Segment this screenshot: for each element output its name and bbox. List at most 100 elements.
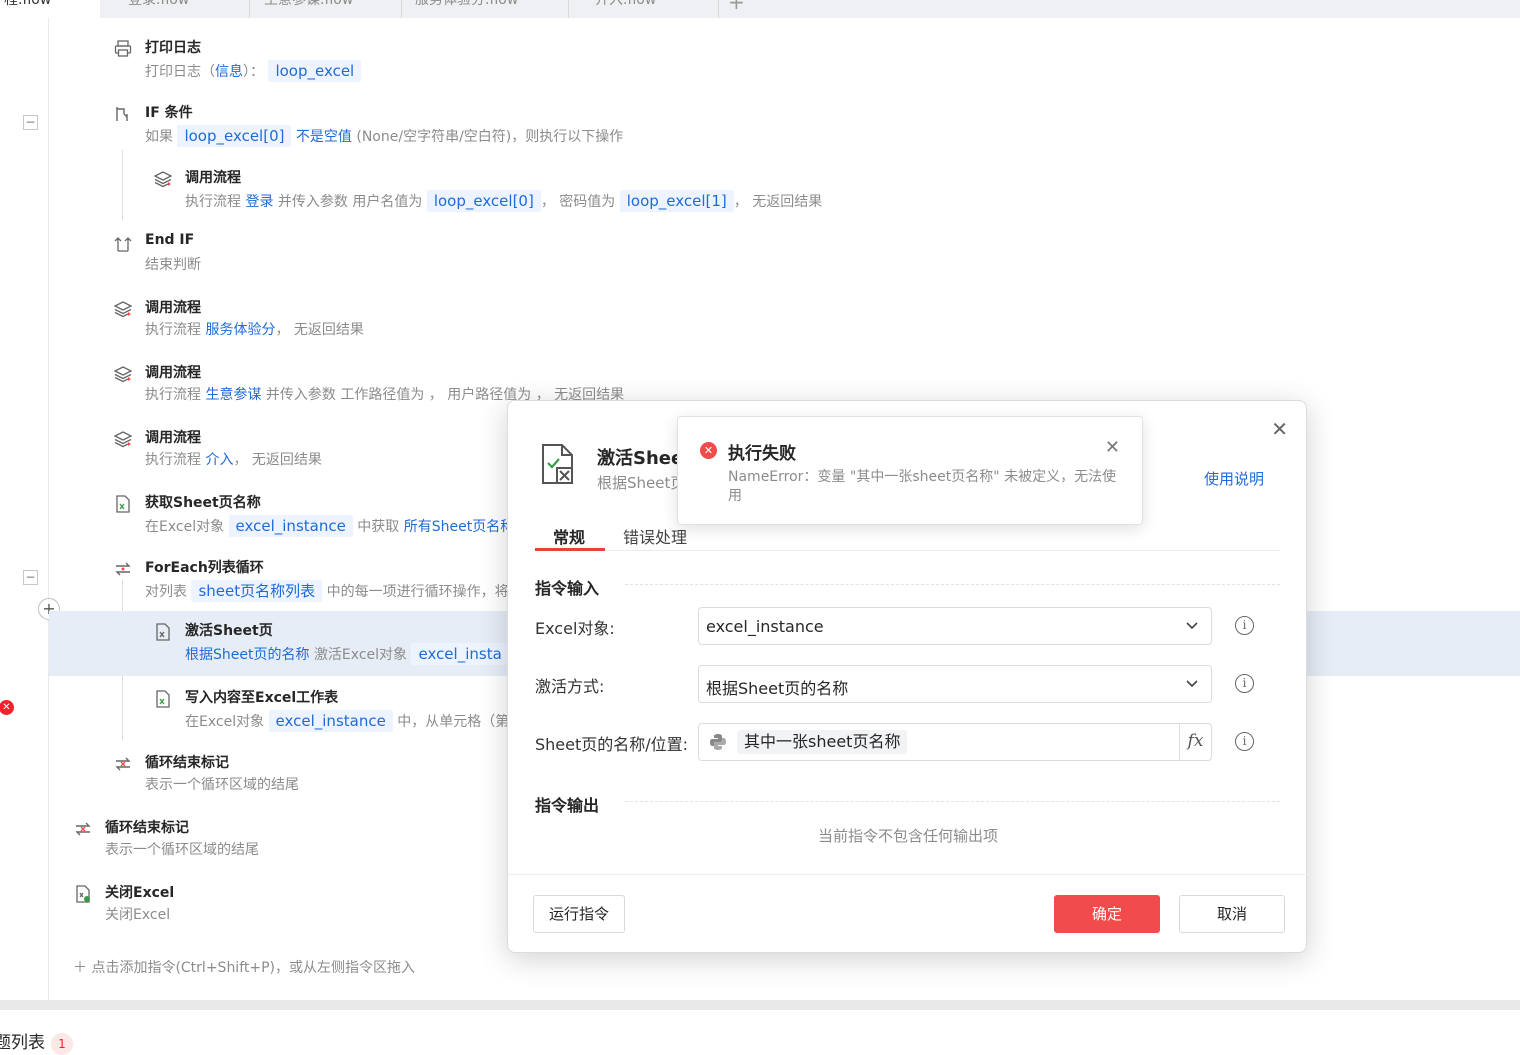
step-title: 打印日志 xyxy=(145,40,201,56)
tab-shengyi-flow[interactable]: 生意参谋.flow xyxy=(254,0,402,18)
cancel-button[interactable]: 取消 xyxy=(1179,895,1285,933)
active-tab-indicator xyxy=(535,548,605,551)
step-print-log[interactable]: 打印日志 打印日志（信息）： loop_excel xyxy=(0,30,1460,95)
tab-general[interactable]: 常规 xyxy=(553,524,585,548)
step-call-flow-login[interactable]: 调用流程 执行流程 登录 并传入参数 用户名值为 loop_excel[0]， … xyxy=(0,160,1460,225)
excel-file-icon xyxy=(116,495,130,513)
step-desc: 打印日志（信息）： loop_excel xyxy=(145,60,362,82)
info-icon[interactable]: i xyxy=(1235,616,1254,635)
step-desc: 在Excel对象 excel_instance 中获取 所有Sheet页名称 xyxy=(145,515,515,537)
step-title: 调用流程 xyxy=(145,300,201,316)
step-desc: 表示一个循环区域的结尾 xyxy=(105,842,259,858)
variable-chip[interactable]: excel_insta xyxy=(411,643,509,665)
variable-chip[interactable]: excel_instance xyxy=(268,710,393,732)
sheet-name-input[interactable]: 其中一张sheet页名称 fx xyxy=(698,723,1212,761)
panel-divider[interactable] xyxy=(0,1000,1520,1010)
excel-file-icon xyxy=(156,623,170,641)
error-icon: ✕ xyxy=(700,442,717,459)
variable-chip[interactable]: excel_instance xyxy=(228,515,353,537)
step-end-if[interactable]: End IF 结束判断 xyxy=(0,225,1460,290)
tab-jieru-flow[interactable]: 介入.flow xyxy=(585,0,719,18)
footer-divider xyxy=(508,874,1308,875)
step-title: IF 条件 xyxy=(145,105,193,121)
loop-icon xyxy=(115,562,131,576)
step-desc: 执行流程 服务体验分， 无返回结果 xyxy=(145,322,364,338)
excel-file-icon xyxy=(156,690,170,708)
no-output-text: 当前指令不包含任何输出项 xyxy=(817,827,998,845)
excel-object-label: Excel对象: xyxy=(535,619,615,638)
printer-icon xyxy=(114,40,132,57)
step-title: 调用流程 xyxy=(145,430,201,446)
toast-message: NameError：变量 "其中一张sheet页名称" 未被定义，无法使用 xyxy=(728,469,1117,504)
excel-sheet-icon xyxy=(542,444,573,484)
toast-title: 执行失败 xyxy=(728,444,796,464)
step-title: 获取Sheet页名称 xyxy=(145,495,261,511)
step-title: ForEach列表循环 xyxy=(145,560,264,576)
loop-end-icon xyxy=(75,822,91,836)
chevron-down-icon xyxy=(1186,680,1198,688)
step-desc: 执行流程 介入， 无返回结果 xyxy=(145,452,322,468)
variable-chip[interactable]: loop_excel xyxy=(268,60,362,82)
step-title: 激活Sheet页 xyxy=(185,623,273,639)
add-tab-button[interactable]: + xyxy=(728,0,745,14)
tab-service-flow[interactable]: 服务体验分.flow xyxy=(405,0,569,18)
step-desc: 执行流程 登录 并传入参数 用户名值为 loop_excel[0]， 密码值为 … xyxy=(185,190,823,212)
section-output-title: 指令输出 xyxy=(535,796,600,815)
variable-chip[interactable]: loop_excel[0] xyxy=(177,125,292,147)
activate-mode-label: 激活方式: xyxy=(535,677,605,696)
tab-error-handling[interactable]: 错误处理 xyxy=(623,524,687,548)
variable-chip[interactable]: loop_excel[0] xyxy=(426,190,541,212)
step-call-flow-service[interactable]: 调用流程 执行流程 服务体验分， 无返回结果 xyxy=(0,290,1460,355)
tab-main-flow[interactable]: 程.flow xyxy=(0,0,100,18)
add-instruction-hint[interactable]: ＋ 点击添加指令(Ctrl+Shift+P)，或从左侧指令区拖入 xyxy=(73,957,415,977)
excel-object-select[interactable]: excel_instance xyxy=(698,607,1212,645)
file-tab-bar: 程.flow 登录.flow 生意参谋.flow 服务体验分.flow 介入.f… xyxy=(0,0,1520,18)
sheet-name-label: Sheet页的名称/位置: xyxy=(535,735,689,754)
fx-button[interactable]: fx xyxy=(1179,724,1211,760)
layers-icon xyxy=(114,301,132,318)
activate-mode-select[interactable]: 根据Sheet页的名称 xyxy=(698,665,1212,703)
chevron-down-icon xyxy=(1186,622,1198,630)
step-desc: 如果 loop_excel[0] 不是空值 (None/空字符串/空白符)，则执… xyxy=(145,125,624,147)
step-title: 循环结束标记 xyxy=(105,820,189,836)
help-link[interactable]: 使用说明 xyxy=(1204,468,1264,489)
dialog-tabs: 常规 错误处理 xyxy=(535,521,1280,551)
step-title: End IF xyxy=(145,232,195,248)
step-title: 调用流程 xyxy=(145,365,201,381)
end-branch-icon xyxy=(114,237,132,252)
step-desc: 结束判断 xyxy=(145,257,201,273)
excel-close-icon xyxy=(76,885,90,903)
confirm-button[interactable]: 确定 xyxy=(1054,895,1160,933)
variable-chip[interactable]: loop_excel[1] xyxy=(619,190,734,212)
branch-icon xyxy=(116,107,128,121)
dialog-subtitle: 根据Sheet页 xyxy=(597,474,686,492)
step-desc: 在Excel对象 excel_instance 中，从单元格（第 xyxy=(185,710,510,732)
layers-icon xyxy=(114,366,132,383)
step-desc: 表示一个循环区域的结尾 xyxy=(145,777,299,793)
loop-end-icon xyxy=(115,757,131,771)
info-icon[interactable]: i xyxy=(1235,732,1254,751)
close-toast-icon[interactable]: ✕ xyxy=(1105,437,1120,458)
step-title: 写入内容至Excel工作表 xyxy=(185,690,339,706)
expression-chip[interactable]: 其中一张sheet页名称 xyxy=(737,730,908,754)
step-desc: 根据Sheet页的名称 激活Excel对象 excel_insta xyxy=(185,643,509,665)
error-toast: ✕ 执行失败 NameError：变量 "其中一张sheet页名称" 未被定义，… xyxy=(677,416,1143,525)
section-divider xyxy=(625,801,1280,802)
issues-tab[interactable]: 题列表 1 xyxy=(0,1028,73,1055)
section-divider xyxy=(625,584,1280,585)
step-desc: 对列表 sheet页名称列表 中的每一项进行循环操作，将 xyxy=(145,580,509,602)
python-icon xyxy=(710,734,726,750)
variable-chip[interactable]: sheet页名称列表 xyxy=(191,580,323,602)
step-title: 循环结束标记 xyxy=(145,755,229,771)
info-icon[interactable]: i xyxy=(1235,674,1254,693)
step-desc: 关闭Excel xyxy=(105,907,171,923)
run-instruction-button[interactable]: 运行指令 xyxy=(533,895,625,933)
tab-login-flow[interactable]: 登录.flow xyxy=(118,0,250,18)
layers-icon xyxy=(114,431,132,448)
layers-icon xyxy=(154,171,172,188)
step-title: 关闭Excel xyxy=(105,885,175,901)
close-dialog-icon[interactable]: ✕ xyxy=(1271,417,1288,441)
section-input-title: 指令输入 xyxy=(535,579,600,598)
step-if-condition[interactable]: IF 条件 如果 loop_excel[0] 不是空值 (None/空字符串/空… xyxy=(0,95,1460,160)
step-title: 调用流程 xyxy=(185,170,241,186)
